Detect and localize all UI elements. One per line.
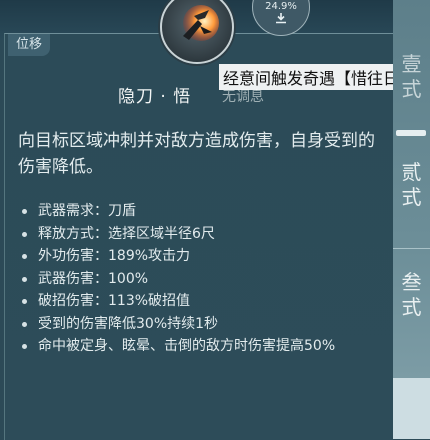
tab-form-4[interactable] [393, 378, 430, 439]
tab-divider [393, 248, 430, 249]
attribute-item: 命中被定身、眩晕、击倒的敌方时伤害提高50% [22, 335, 362, 358]
tab-form-2[interactable]: 贰式 [393, 160, 430, 210]
tab-char: 壹 [401, 52, 422, 76]
attribute-item: 外功伤害：189%攻击力 [22, 245, 362, 268]
skill-description: 向目标区域冲刺并对敌方造成伤害，自身受到的伤害降低。 [18, 131, 375, 177]
attribute-item: 武器需求：刀盾 [22, 200, 362, 223]
tab-char: 贰 [401, 160, 422, 184]
attribute-item: 受到的伤害降低30%持续1秒 [22, 313, 362, 336]
attribute-item: 释放方式：选择区域半径6尺 [22, 223, 362, 246]
download-icon [276, 13, 286, 24]
download-percent: 24.9% [265, 1, 297, 12]
tab-form-3-label: 叁式 [393, 270, 430, 320]
tab-form-3[interactable]: 叁式 [393, 270, 430, 320]
overlay-caption: 经意间触发奇遇【惜往日】 [219, 64, 420, 90]
tab-char: 式 [401, 77, 422, 101]
tab-form-1[interactable]: 壹式 [393, 52, 430, 102]
tab-form-1-label: 壹式 [393, 52, 430, 102]
attribute-item: 破招伤害：113%破招值 [22, 290, 362, 313]
skill-blade-icon [183, 5, 219, 41]
category-tag: 位移 [8, 34, 51, 56]
tab-char: 叁 [401, 270, 422, 294]
form-tab-bar: 壹式 贰式 叁式 [393, 0, 430, 439]
tab-form-2-label: 贰式 [393, 160, 430, 210]
tab-char: 式 [401, 185, 422, 209]
skill-name: 隐刀 · 悟 [118, 87, 192, 107]
tab-char: 式 [401, 295, 422, 319]
skill-attribute-list: 武器需求：刀盾 释放方式：选择区域半径6尺 外功伤害：189%攻击力 武器伤害：… [22, 200, 362, 358]
tab-separator-marker [396, 130, 426, 136]
attribute-item: 武器伤害：100% [22, 268, 362, 291]
